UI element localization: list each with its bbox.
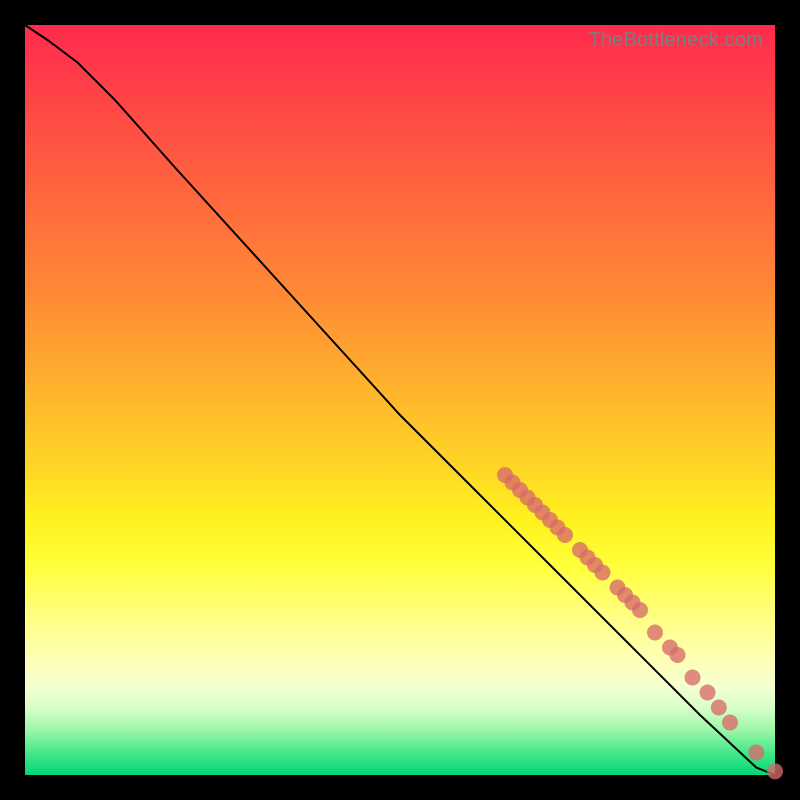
data-dot [748,745,764,761]
chart-frame: TheBottleneck.com [0,0,800,800]
data-dot [700,685,716,701]
chart-curve [25,25,775,775]
data-dot [670,647,686,663]
chart-svg [25,25,775,775]
data-dot [711,700,727,716]
data-dot [647,625,663,641]
data-dot [722,715,738,731]
data-dot [767,763,783,779]
data-dot [685,670,701,686]
data-dots [497,467,783,779]
data-dot [632,602,648,618]
plot-area: TheBottleneck.com [25,25,775,775]
data-dot [557,527,573,543]
data-dot [595,565,611,581]
